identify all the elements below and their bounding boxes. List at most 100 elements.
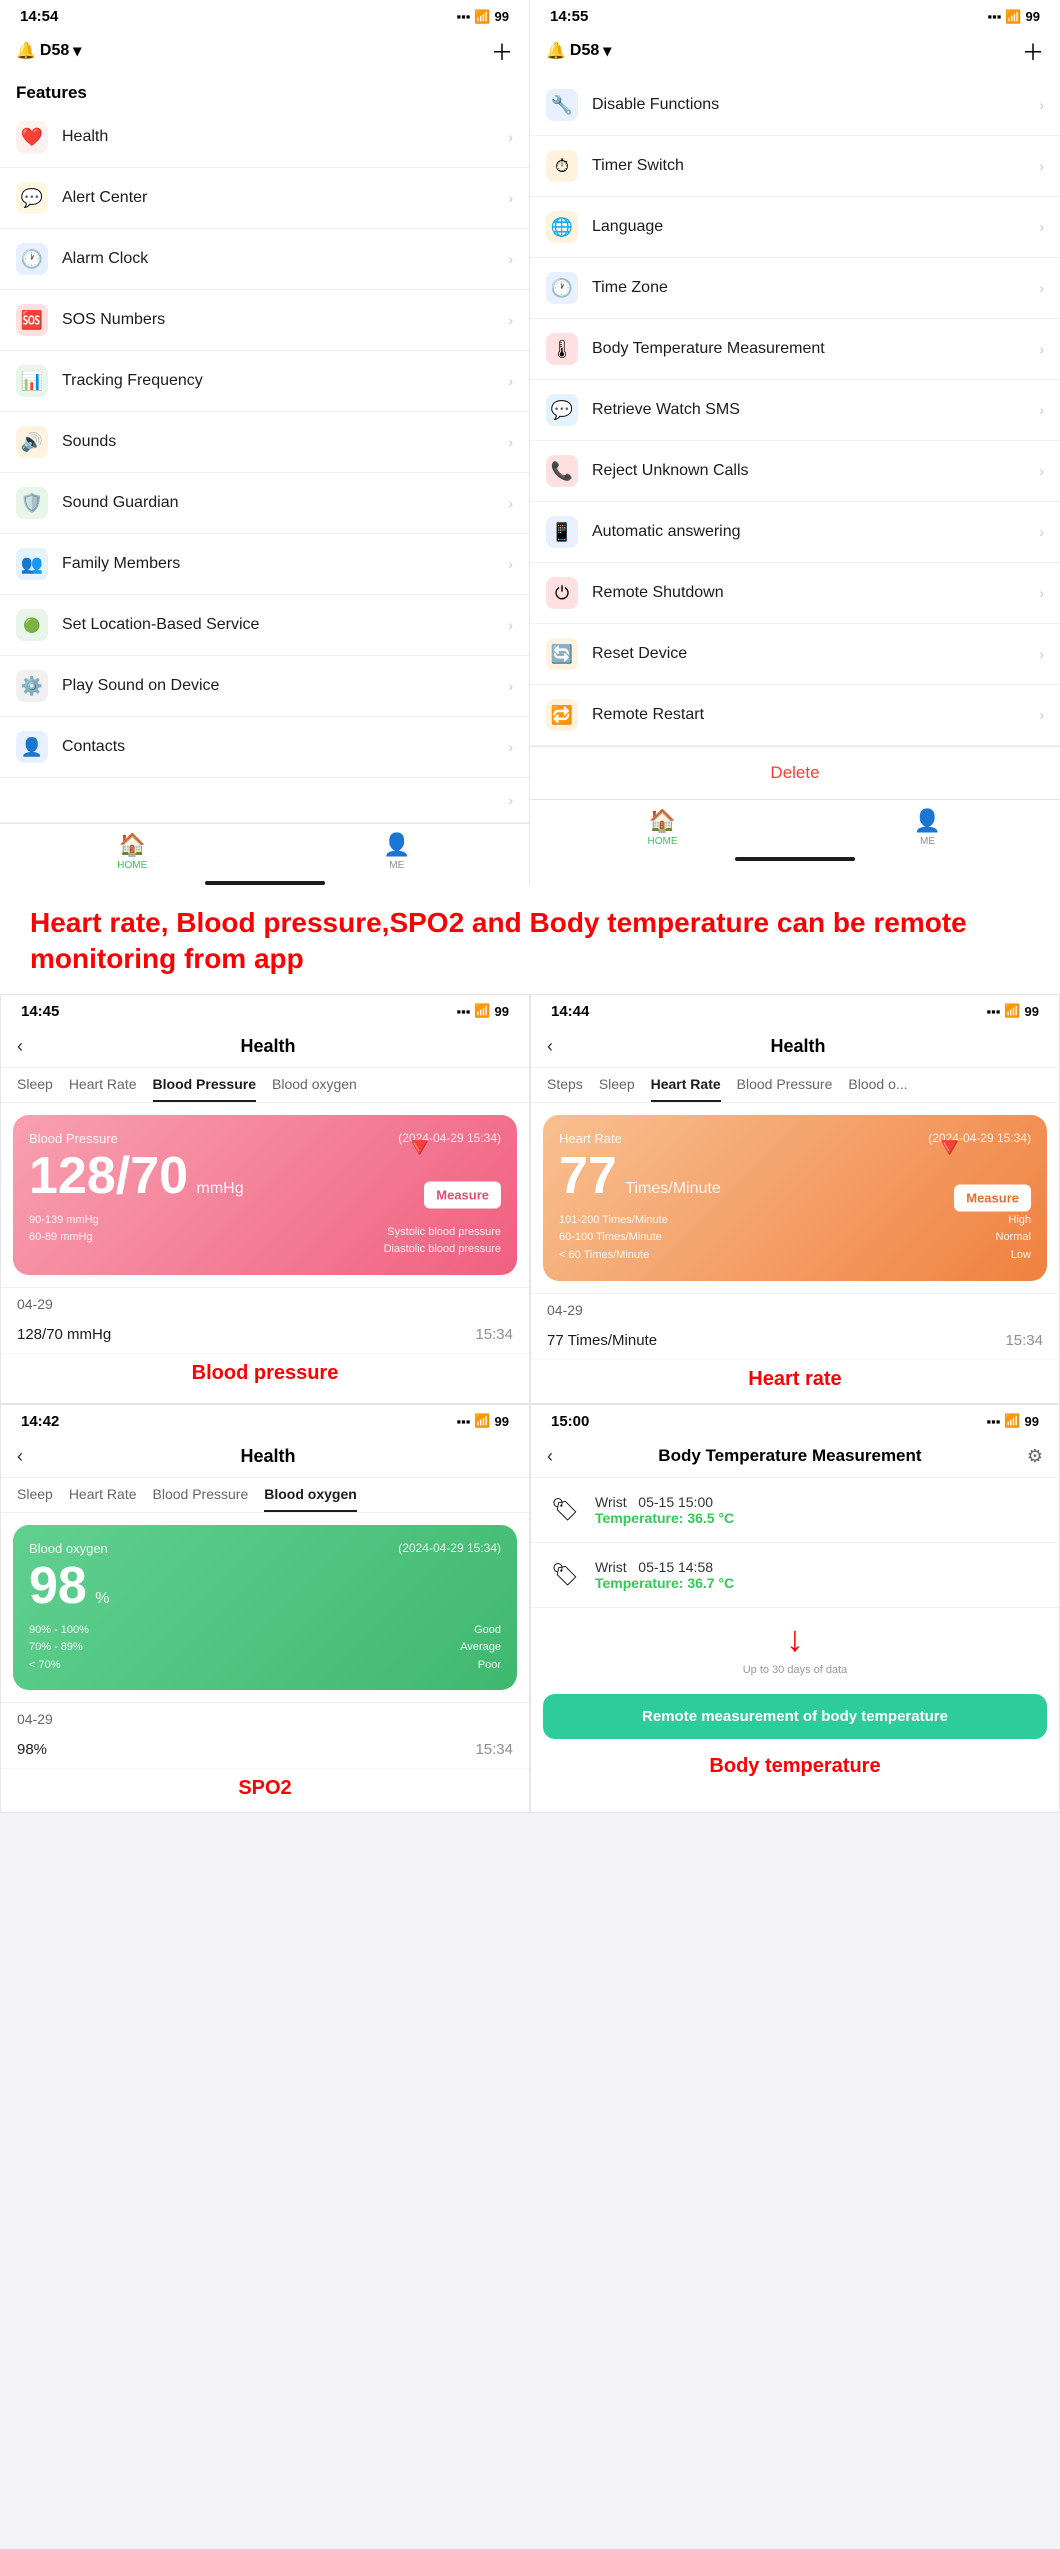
bt-remote-btn[interactable]: Remote measurement of body temperature [543, 1694, 1047, 1739]
device-name-right[interactable]: 🔔 D58 ▾ [546, 41, 611, 61]
spo2-unit: % [95, 1590, 109, 1607]
reject-icon: 📞 [546, 455, 578, 487]
menu-item-autoanswer[interactable]: 📱 Automatic answering › [530, 502, 1060, 563]
menu-item-family[interactable]: 👥 Family Members › [0, 534, 529, 595]
spo2-value: 98 [29, 1557, 87, 1615]
tab-sleep[interactable]: Sleep [17, 1076, 53, 1102]
nav-home-left[interactable]: 🏠 HOME [0, 832, 265, 871]
hr-status-icons: ▪▪▪ 📶 99 [987, 1003, 1039, 1019]
tab-bo-spo2[interactable]: Blood oxygen [264, 1486, 357, 1512]
spo2-health-header: ‹ Health [1, 1436, 529, 1478]
chevron-icon: › [1039, 646, 1044, 662]
menu-item-language[interactable]: 🌐 Language › [530, 197, 1060, 258]
nav-me-left[interactable]: 👤 ME [265, 832, 530, 871]
menu-item-alert[interactable]: 💬 Alert Center › [0, 168, 529, 229]
bp-status-bar: 14:45 ▪▪▪ 📶 99 [1, 995, 529, 1026]
bt-arrow-section: ↓ Up to 30 days of data [531, 1608, 1059, 1686]
menu-item-guardian[interactable]: 🛡️ Sound Guardian › [0, 473, 529, 534]
hr-health-tabs: Steps Sleep Heart Rate Blood Pressure Bl… [531, 1068, 1059, 1103]
autoanswer-icon: 📱 [546, 516, 578, 548]
bp-card: Blood Pressure (2024-04-29 15:34) 128/70… [13, 1115, 517, 1275]
menu-item-timer[interactable]: ⏱ Timer Switch › [530, 136, 1060, 197]
menu-item-timezone[interactable]: 🕐 Time Zone › [530, 258, 1060, 319]
tab-bp-hr[interactable]: Blood Pressure [737, 1076, 833, 1102]
menu-item-sms[interactable]: 💬 Retrieve Watch SMS › [530, 380, 1060, 441]
sounds-icon: 🔊 [16, 426, 48, 458]
menu-item-location[interactable]: 🟢 Set Location-Based Service › [0, 595, 529, 656]
menu-item-health[interactable]: ❤️ Health › [0, 107, 529, 168]
tab-heartrate-hr[interactable]: Heart Rate [651, 1076, 721, 1102]
tab-sleep-hr[interactable]: Sleep [599, 1076, 635, 1102]
battery-label: 99 [1025, 1414, 1039, 1429]
bt-header: ‹ Body Temperature Measurement ⚙ [531, 1436, 1059, 1478]
bt-time: 15:00 [551, 1413, 589, 1430]
bt-status-bar: 15:00 ▪▪▪ 📶 99 [531, 1405, 1059, 1436]
hr-range-2: 60-100 Times/Minute [559, 1229, 1031, 1247]
battery-label: 99 [1025, 1004, 1039, 1019]
home-icon: 🏠 [649, 808, 676, 834]
menu-item-alarm[interactable]: 🕐 Alarm Clock › [0, 229, 529, 290]
chevron-icon: › [1039, 707, 1044, 723]
menu-item-tracking[interactable]: 📊 Tracking Frequency › [0, 351, 529, 412]
gear-icon[interactable]: ⚙ [1027, 1446, 1043, 1467]
language-label: Language [592, 218, 1039, 236]
bt-sub-label: Body temperature [531, 1747, 1059, 1790]
bp-measure-btn[interactable]: Measure [424, 1181, 501, 1208]
chevron-icon: › [1039, 463, 1044, 479]
chevron-icon: › [508, 495, 513, 511]
nav-me-right[interactable]: 👤 ME [795, 808, 1060, 847]
add-icon[interactable]: ＋ [491, 35, 513, 67]
health-label: Health [62, 128, 508, 146]
menu-item-reset[interactable]: 🔄 Reset Device › [530, 624, 1060, 685]
shutdown-icon: ⏻ [546, 577, 578, 609]
bt-temp-2: Temperature: 36.7 °C [595, 1575, 734, 1591]
status-icons-left: ▪▪▪ 📶 99 [457, 9, 509, 25]
tab-sleep-spo2[interactable]: Sleep [17, 1486, 53, 1512]
chevron-icon: › [1039, 97, 1044, 113]
hr-screen: 14:44 ▪▪▪ 📶 99 ‹ Health Steps Sleep Hear… [530, 994, 1060, 1404]
bp-range-labels: Systolic blood pressure Diastolic blood … [384, 1224, 501, 1259]
tracking-icon: 📊 [16, 365, 48, 397]
nav-home-right[interactable]: 🏠 HOME [530, 808, 795, 847]
hr-measure-btn[interactable]: Measure [954, 1184, 1031, 1211]
spo2-card-type: Blood oxygen [29, 1541, 108, 1556]
bt-details-2: Wrist 05-15 14:58 Temperature: 36.7 °C [595, 1559, 734, 1591]
menu-item-sos[interactable]: 🆘 SOS Numbers › [0, 290, 529, 351]
tab-bp-spo2[interactable]: Blood Pressure [153, 1486, 249, 1512]
nav-indicator-right [735, 857, 855, 861]
bt-title: Body Temperature Measurement [553, 1446, 1027, 1466]
spo2-status-icons: ▪▪▪ 📶 99 [457, 1413, 509, 1429]
device-name-left[interactable]: 🔔 D58 ▾ [16, 41, 81, 61]
menu-item-reject[interactable]: 📞 Reject Unknown Calls › [530, 441, 1060, 502]
bp-screen: 14:45 ▪▪▪ 📶 99 ‹ Health Sleep Heart Rate… [0, 994, 530, 1404]
tab-steps-hr[interactable]: Steps [547, 1076, 583, 1102]
signal-icon: ▪▪▪ [988, 9, 1002, 24]
menu-item-sounds[interactable]: 🔊 Sounds › [0, 412, 529, 473]
bp-range-label-2: Diastolic blood pressure [384, 1241, 501, 1259]
bell-icon: 🔔 [546, 41, 566, 61]
tab-bloodpressure[interactable]: Blood Pressure [153, 1076, 256, 1102]
menu-item-shutdown[interactable]: ⏻ Remote Shutdown › [530, 563, 1060, 624]
family-icon: 👥 [16, 548, 48, 580]
tab-heartrate[interactable]: Heart Rate [69, 1076, 137, 1102]
bp-value: 128/70 [29, 1147, 188, 1205]
bt-status-icons: ▪▪▪ 📶 99 [987, 1413, 1039, 1429]
restart-icon: 🔁 [546, 699, 578, 731]
menu-item-bodytemp[interactable]: 🌡 Body Temperature Measurement › [530, 319, 1060, 380]
menu-item-contacts[interactable]: 👤 Contacts › [0, 717, 529, 778]
tab-bo-hr[interactable]: Blood o... [848, 1076, 907, 1102]
add-icon-right[interactable]: ＋ [1022, 35, 1044, 67]
tracking-label: Tracking Frequency [62, 372, 508, 390]
tab-hr-spo2[interactable]: Heart Rate [69, 1486, 137, 1512]
menu-item-restart[interactable]: 🔁 Remote Restart › [530, 685, 1060, 746]
hr-range-3: < 60 Times/Minute [559, 1247, 1031, 1265]
menu-item-disable[interactable]: 🔧 Disable Functions › [530, 75, 1060, 136]
spo2-value-row: 98 % [29, 1560, 501, 1612]
menu-item-playsound[interactable]: ⚙️ Play Sound on Device › [0, 656, 529, 717]
delete-button[interactable]: Delete [530, 746, 1060, 799]
hr-card-type: Heart Rate [559, 1131, 622, 1146]
bt-location-time-2: Wrist 05-15 14:58 [595, 1559, 734, 1575]
tab-bloodoxygen[interactable]: Blood oxygen [272, 1076, 357, 1102]
nav-indicator-left [205, 881, 325, 885]
menu-item-more[interactable]: › [0, 778, 529, 823]
